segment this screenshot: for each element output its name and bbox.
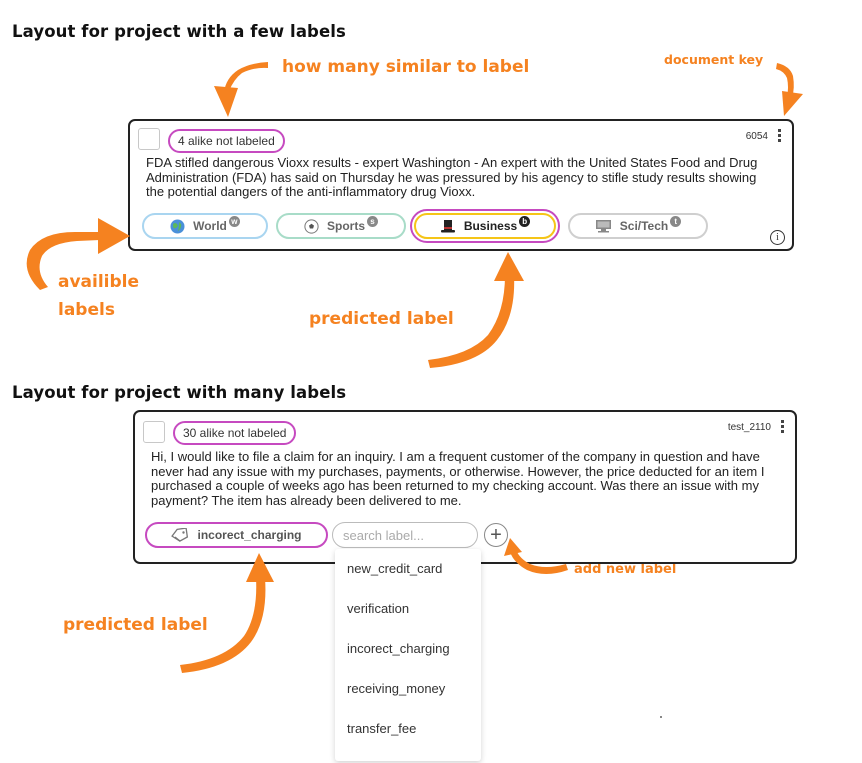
- arrow-document-key-head: [782, 91, 803, 116]
- arrow-predicted-top: [428, 275, 515, 368]
- arrow-similar-head: [214, 86, 238, 117]
- arrow-predicted-bottom: [180, 578, 266, 673]
- arrow-predicted-top-head: [494, 252, 524, 281]
- arrow-add-new-head: [504, 538, 522, 556]
- stray-dot: [660, 716, 662, 718]
- arrow-available-head: [98, 218, 130, 254]
- arrow-predicted-bottom-head: [246, 553, 274, 582]
- annotation-arrows: [26, 62, 803, 673]
- arrow-add-new: [510, 550, 568, 574]
- arrow-available: [26, 232, 101, 290]
